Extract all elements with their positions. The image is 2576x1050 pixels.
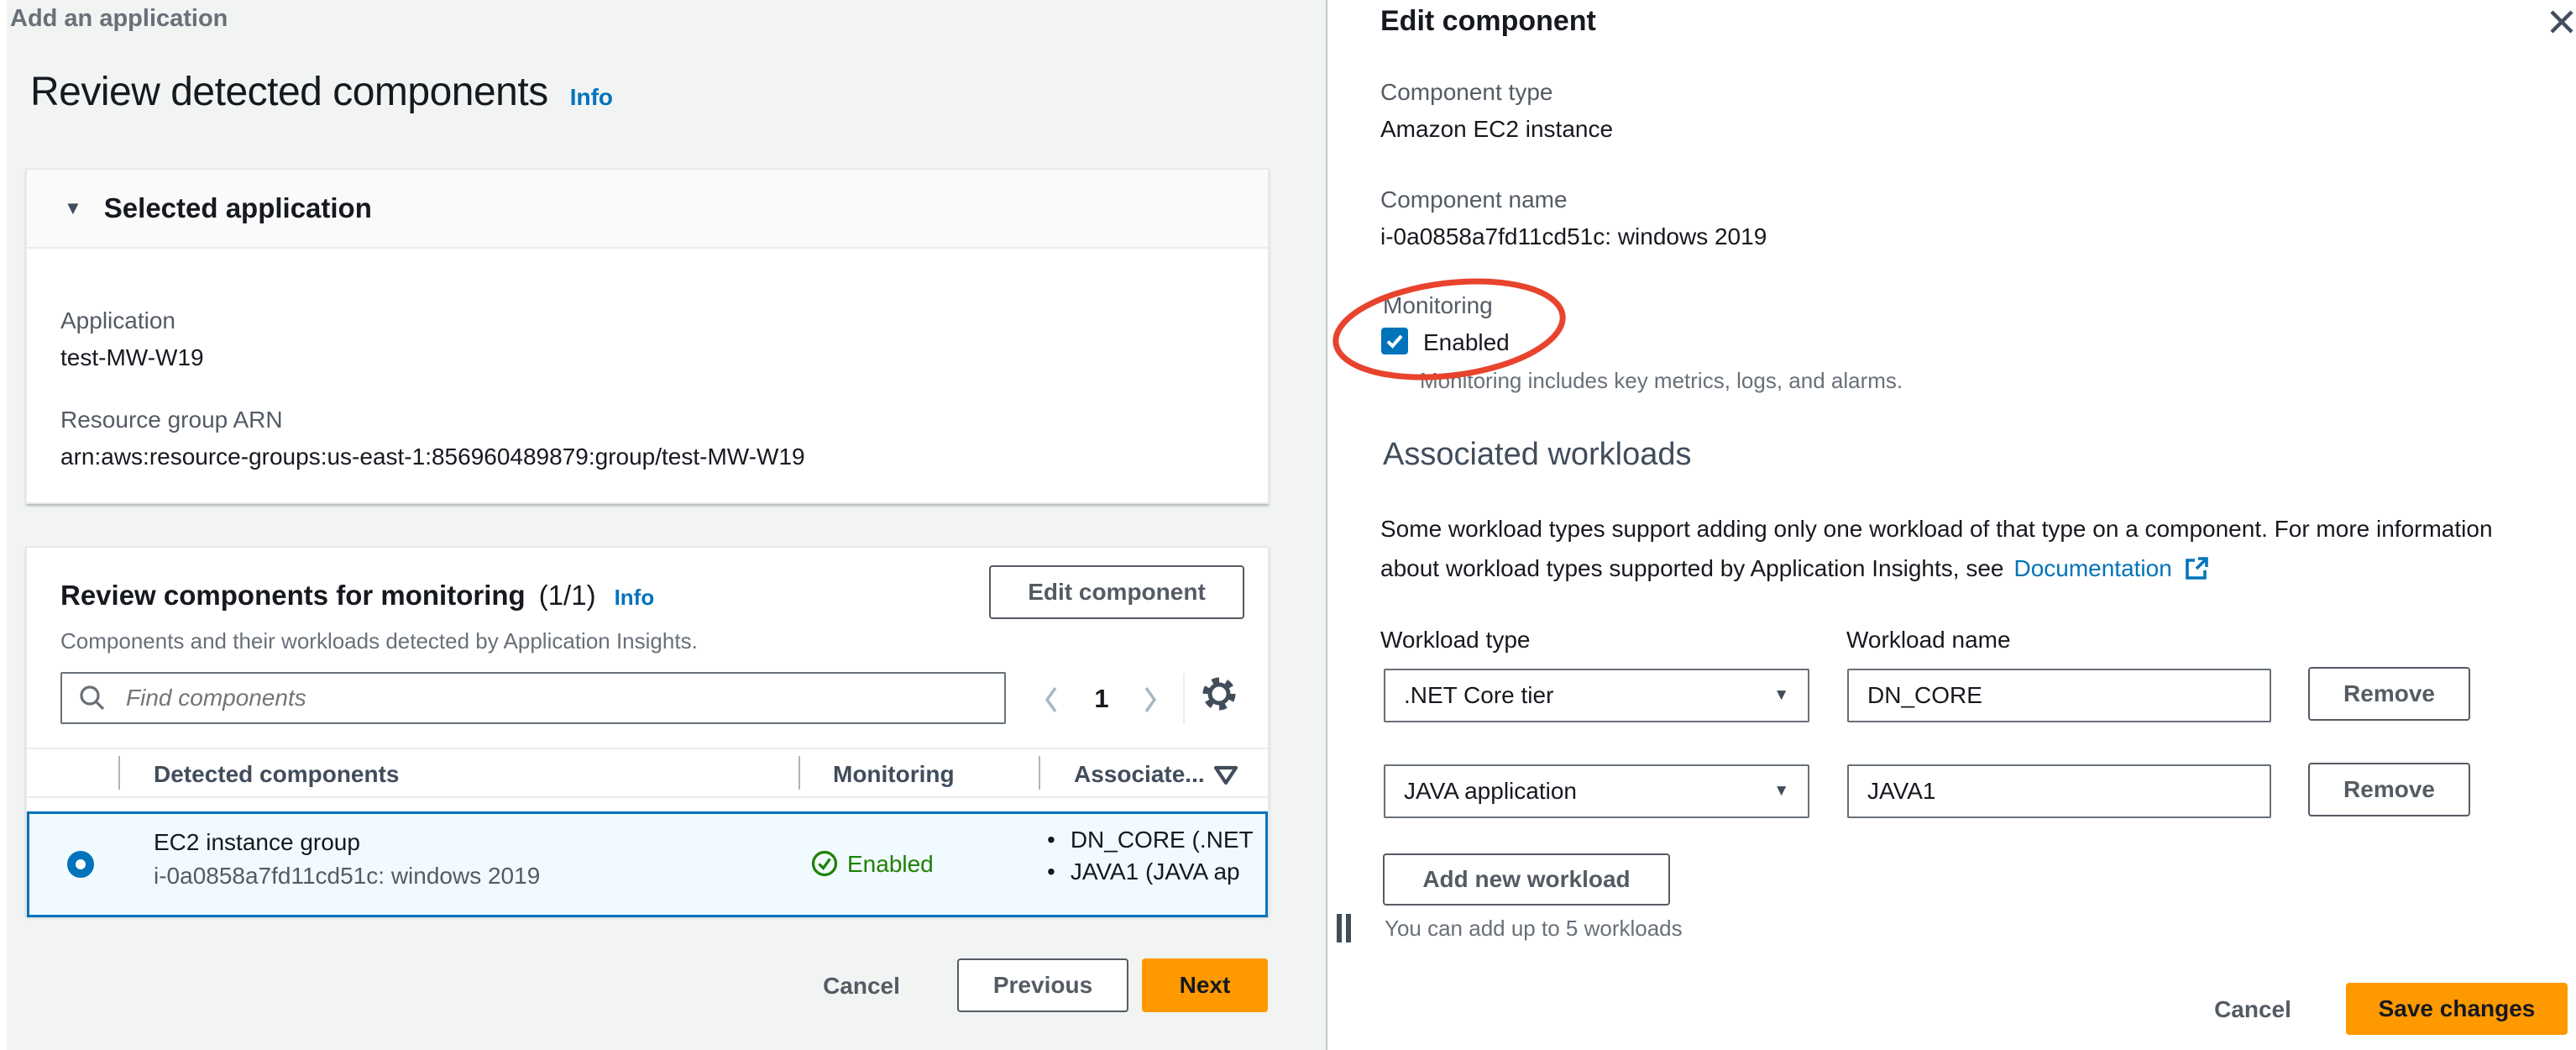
panel-title: Edit component (1380, 5, 1596, 37)
row-monitoring-status: Enabled (847, 851, 934, 877)
column-divider (118, 756, 120, 790)
external-link-icon[interactable] (2182, 554, 2211, 583)
wizard-cancel-button[interactable]: Cancel (811, 968, 912, 1005)
workload-type-selected-value: JAVA application (1404, 778, 1577, 804)
close-icon[interactable] (2547, 7, 2576, 37)
monitoring-help-text: Monitoring includes key metrics, logs, a… (1420, 368, 1903, 393)
workload-type-select[interactable]: JAVA application ▼ (1384, 764, 1809, 818)
review-info-link[interactable]: Info (615, 585, 655, 611)
workload-name-input-wrap (1847, 669, 2271, 722)
wizard-next-button[interactable]: Next (1142, 958, 1268, 1012)
save-changes-button[interactable]: Save changes (2346, 983, 2568, 1035)
triangle-down-icon: ▼ (64, 197, 82, 218)
chevron-right-icon[interactable] (1140, 684, 1160, 716)
chevron-down-icon: ▼ (1773, 686, 1789, 704)
edit-component-panel: Edit component Component type Amazon EC2… (1326, 0, 2576, 1050)
selected-application-title: Selected application (103, 192, 372, 223)
row-workload-item: JAVA1 (JAVA ap (1047, 856, 1267, 888)
table-top-border (27, 748, 1268, 749)
search-input[interactable] (107, 674, 1004, 722)
application-value: test-MW-W19 (60, 344, 204, 370)
review-description: Components and their workloads detected … (60, 628, 698, 654)
header-associated[interactable]: Associate... (1074, 761, 1205, 788)
application-label: Application (60, 307, 175, 333)
search-input-wrap (60, 672, 1006, 724)
page-info-link[interactable]: Info (570, 84, 613, 111)
workload-type-select[interactable]: .NET Core tier ▼ (1384, 669, 1809, 722)
review-title: Review components for monitoring (60, 580, 526, 611)
row-workload-item: DN_CORE (.NET (1047, 824, 1267, 856)
add-new-workload-button[interactable]: Add new workload (1383, 853, 1670, 906)
funnel-triangle-icon[interactable] (1212, 764, 1239, 786)
breadcrumb[interactable]: Add an application (10, 5, 228, 33)
resource-group-arn-label: Resource group ARN (60, 407, 283, 433)
column-divider (798, 756, 800, 790)
gear-icon[interactable] (1201, 675, 1238, 712)
review-count: (1/1) (538, 580, 596, 611)
chevron-down-icon: ▼ (1773, 782, 1789, 800)
workload-limit-help: You can add up to 5 workloads (1385, 916, 1683, 941)
monitoring-enabled-label[interactable]: Enabled (1423, 329, 1510, 356)
checkmark-icon (1386, 334, 1403, 349)
workload-name-label: Workload name (1846, 627, 2011, 653)
component-type-label: Component type (1380, 79, 1553, 105)
resource-group-arn-value: arn:aws:resource-groups:us-east-1:856960… (60, 444, 805, 470)
header-monitoring[interactable]: Monitoring (833, 761, 955, 788)
component-type-value: Amazon EC2 instance (1380, 116, 1614, 142)
table-row[interactable]: EC2 instance group i-0a0858a7fd11cd51c: … (27, 811, 1268, 917)
column-divider (1039, 756, 1040, 790)
workload-type-selected-value: .NET Core tier (1404, 682, 1554, 708)
page-title: Review detected components (30, 70, 548, 114)
row-component-name: EC2 instance group (154, 829, 360, 855)
pagination-current-page[interactable]: 1 (1081, 684, 1122, 714)
table-header-border (27, 796, 1268, 798)
row-associated-workloads: DN_CORE (.NET JAVA1 (JAVA ap (1047, 824, 1267, 888)
workload-name-input[interactable] (1849, 766, 2270, 816)
component-name-label: Component name (1380, 186, 1568, 213)
chevron-left-icon[interactable] (1041, 684, 1061, 716)
panel-cancel-button[interactable]: Cancel (2198, 991, 2307, 1028)
component-name-value: i-0a0858a7fd11cd51c: windows 2019 (1380, 223, 1767, 249)
drag-bars-icon[interactable] (1337, 914, 1352, 942)
remove-workload-button[interactable]: Remove (2308, 763, 2470, 816)
monitoring-enabled-checkbox[interactable] (1381, 328, 1408, 354)
workloads-paragraph-line1: Some workload types support adding only … (1380, 516, 2493, 542)
row-radio-selected[interactable] (67, 851, 94, 878)
workload-name-input-wrap (1847, 764, 2271, 818)
header-detected-components[interactable]: Detected components (154, 761, 400, 788)
documentation-link[interactable]: Documentation (2013, 555, 2171, 582)
selected-application-card: ▼ Selected application Application test-… (25, 168, 1270, 504)
edit-component-button[interactable]: Edit component (989, 565, 1244, 619)
toolbar-divider (1183, 674, 1185, 724)
left-edge-strip (0, 0, 7, 1050)
magnifier-icon (80, 685, 105, 711)
wizard-previous-button[interactable]: Previous (957, 958, 1128, 1012)
workloads-paragraph-line2: about workload types supported by Applic… (1380, 554, 2211, 583)
row-component-id: i-0a0858a7fd11cd51c: windows 2019 (154, 863, 541, 889)
workload-type-label: Workload type (1380, 627, 1531, 653)
review-components-card: Review components for monitoring (1/1) I… (25, 546, 1270, 917)
page-title-row: Review detected components Info (30, 69, 613, 115)
remove-workload-button[interactable]: Remove (2308, 667, 2470, 721)
row-component-cell: EC2 instance group i-0a0858a7fd11cd51c: … (154, 826, 540, 893)
monitoring-label: Monitoring (1383, 292, 1493, 318)
selected-application-header[interactable]: ▼ Selected application (27, 170, 1268, 249)
check-circle-icon (811, 850, 838, 877)
associated-workloads-title: Associated workloads (1383, 437, 1692, 472)
workload-name-input[interactable] (1849, 670, 2270, 721)
paragraph-text: about workload types supported by Applic… (1380, 555, 2004, 581)
review-title-row: Review components for monitoring (1/1) I… (60, 580, 654, 612)
